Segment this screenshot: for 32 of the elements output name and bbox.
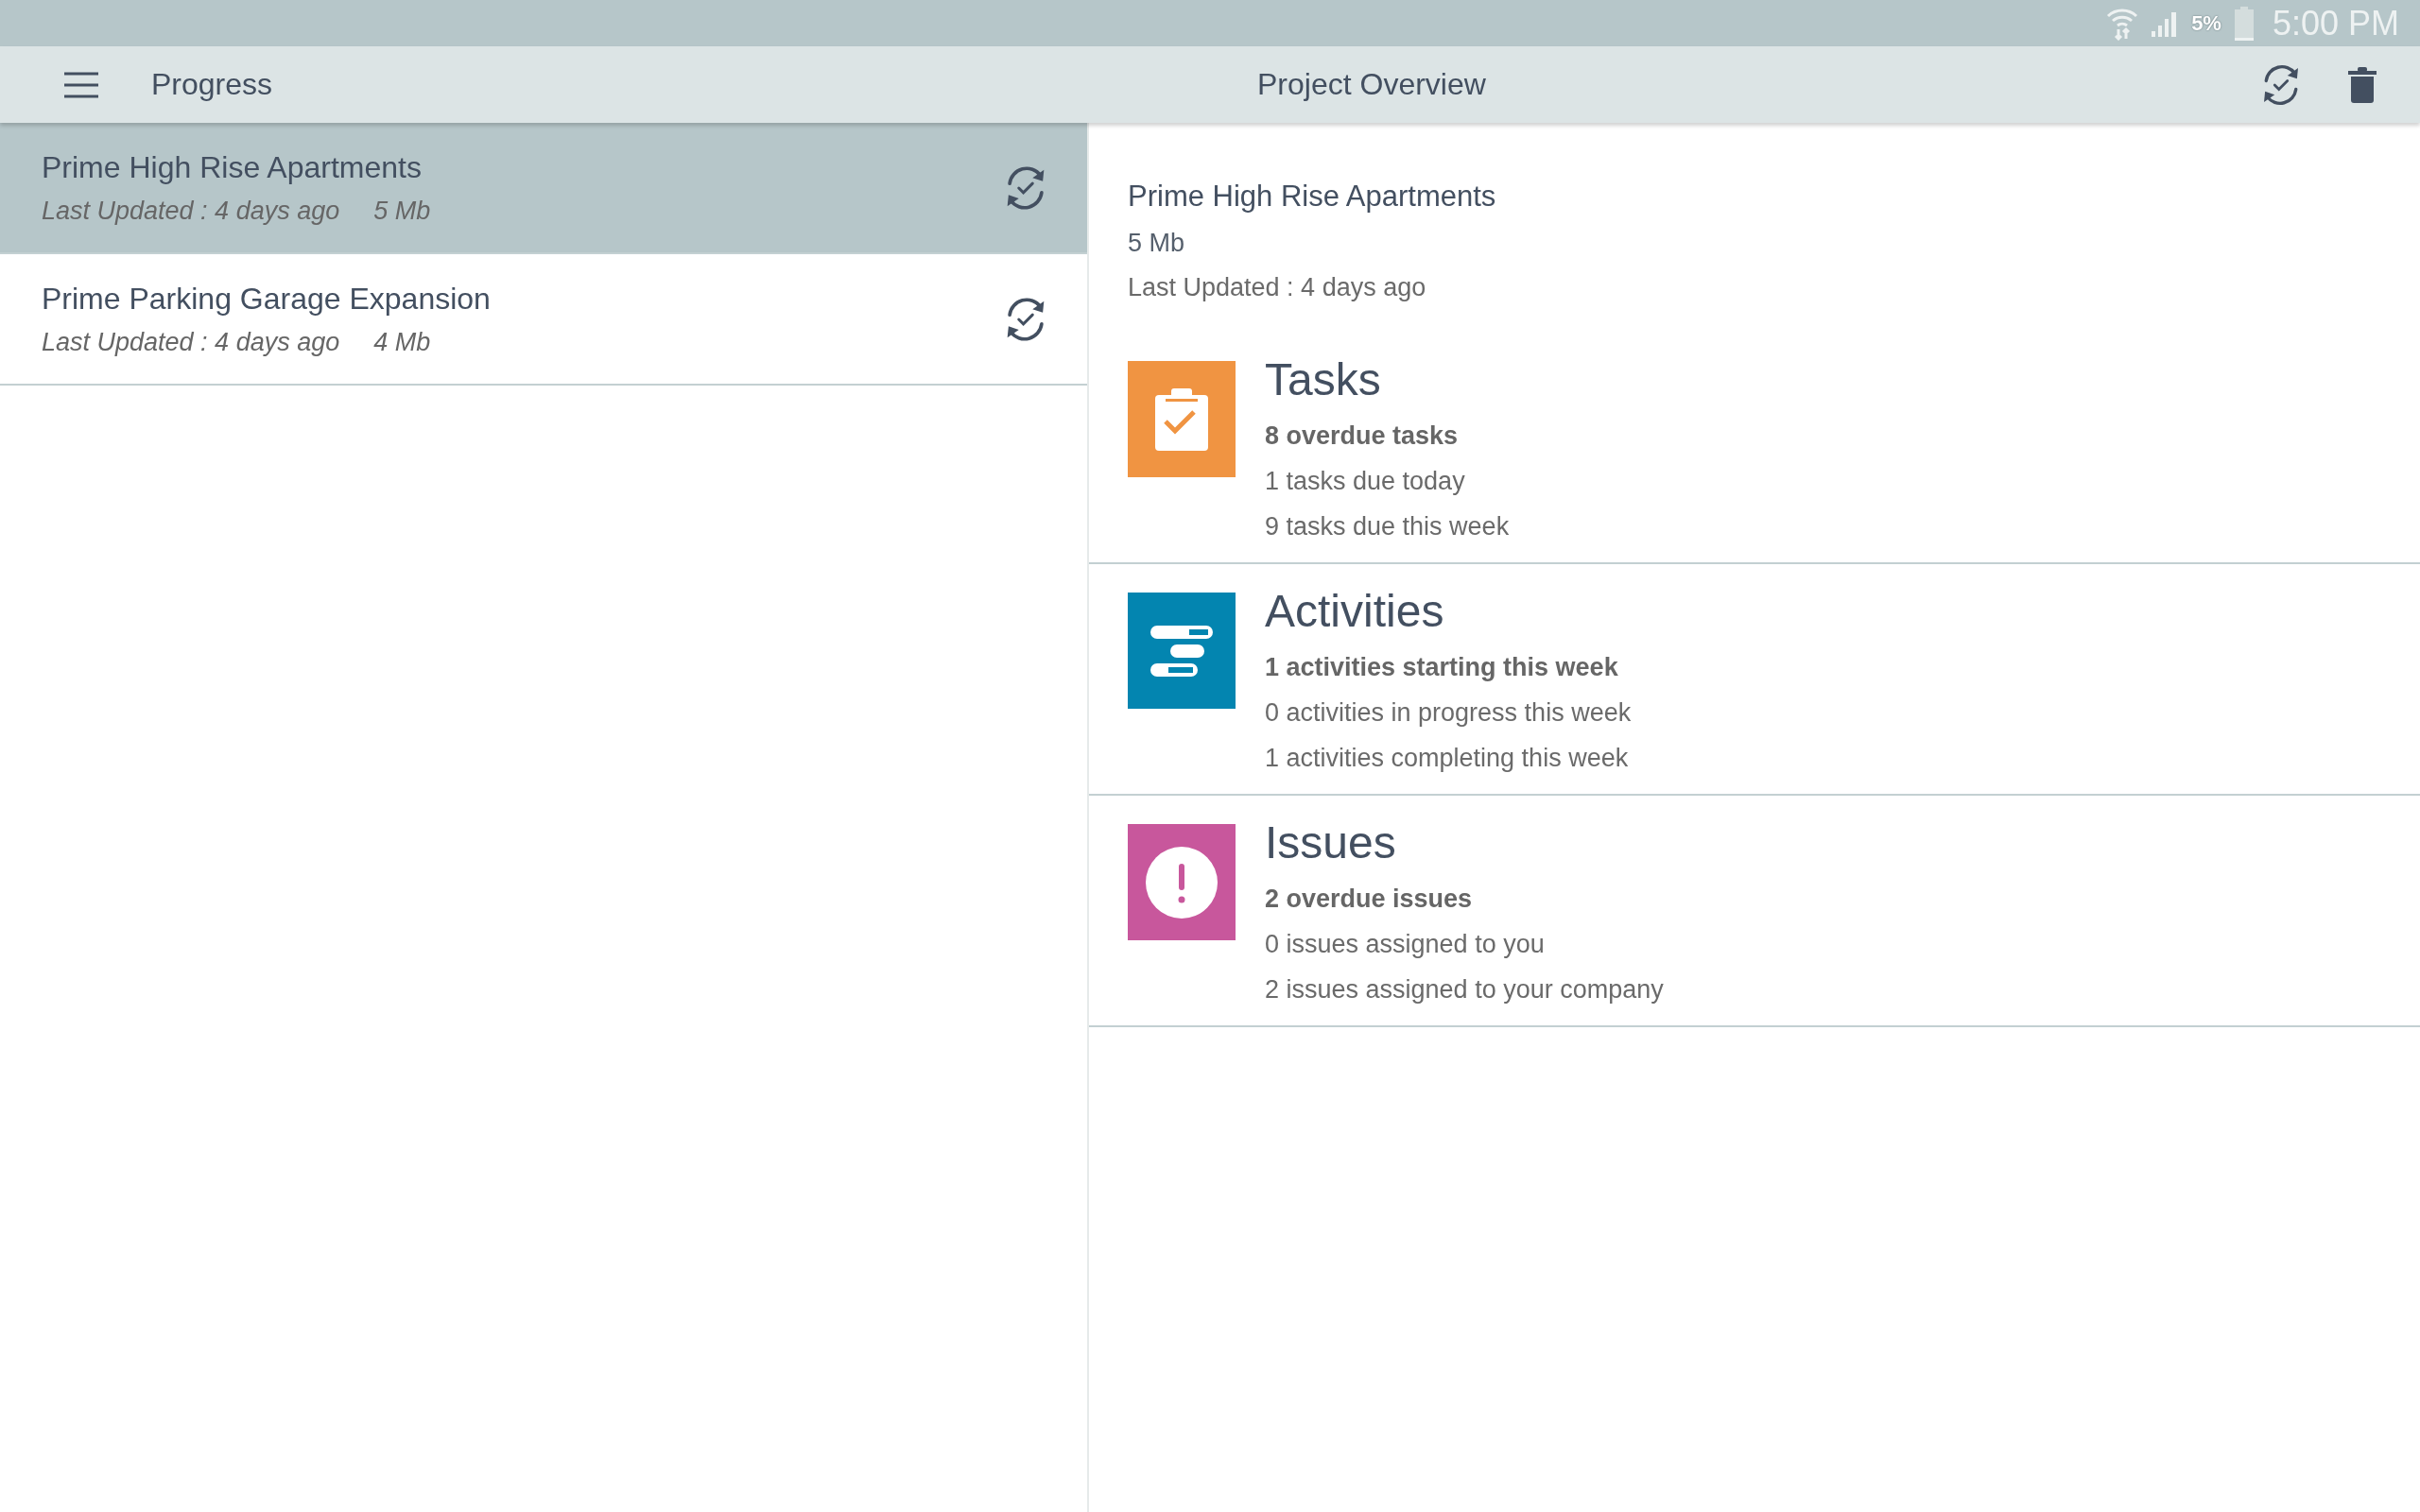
trash-icon bbox=[2348, 66, 2377, 103]
alert-circle-icon bbox=[1146, 846, 1218, 919]
category-title: Tasks bbox=[1265, 353, 1382, 405]
summary-highlight: 8 overdue tasks bbox=[1265, 421, 1460, 451]
summary-line: 9 tasks due this week bbox=[1265, 512, 1510, 541]
project-size: 5 Mb bbox=[373, 196, 431, 226]
category-title: Activities bbox=[1265, 585, 1445, 637]
battery-icon bbox=[2234, 6, 2254, 41]
gantt-bars-icon bbox=[1150, 624, 1214, 678]
last-updated: Last Updated : 4 days ago bbox=[42, 327, 340, 357]
summary-line: 1 tasks due today bbox=[1265, 467, 1466, 496]
project-list-item[interactable]: Prime High Rise Apartments Last Updated : 4 days ago 5 Mb bbox=[0, 123, 1087, 254]
summary-highlight: 1 activities starting this week bbox=[1265, 653, 1619, 682]
last-updated: Last Updated : 4 days ago bbox=[42, 196, 340, 226]
clipboard-check-icon bbox=[1154, 387, 1209, 452]
category-title: Issues bbox=[1265, 816, 1397, 868]
project-size: 4 Mb bbox=[373, 327, 431, 357]
page-title: Project Overview bbox=[1257, 67, 1487, 102]
project-size: 5 Mb bbox=[1128, 229, 1186, 258]
summary-line: 2 issues assigned to your company bbox=[1265, 975, 1664, 1005]
summary-line: 1 activities completing this week bbox=[1265, 744, 1630, 773]
summary-line: 0 activities in progress this week bbox=[1265, 698, 1632, 728]
summary-line: 0 issues assigned to you bbox=[1265, 930, 1546, 959]
summary-highlight: 2 overdue issues bbox=[1265, 885, 1474, 914]
project-name: Prime High Rise Apartments bbox=[1128, 180, 1497, 214]
app-title: Progress bbox=[151, 67, 273, 102]
last-updated: Last Updated : 4 days ago bbox=[1128, 273, 1427, 302]
project-name: Prime High Rise Apartments bbox=[42, 149, 423, 185]
battery-percent: 5% bbox=[2191, 10, 2221, 36]
project-name: Prime Parking Garage Expansion bbox=[42, 281, 491, 317]
signal-icon bbox=[2152, 9, 2179, 37]
clock-time: 5:00 PM bbox=[2272, 3, 2399, 43]
